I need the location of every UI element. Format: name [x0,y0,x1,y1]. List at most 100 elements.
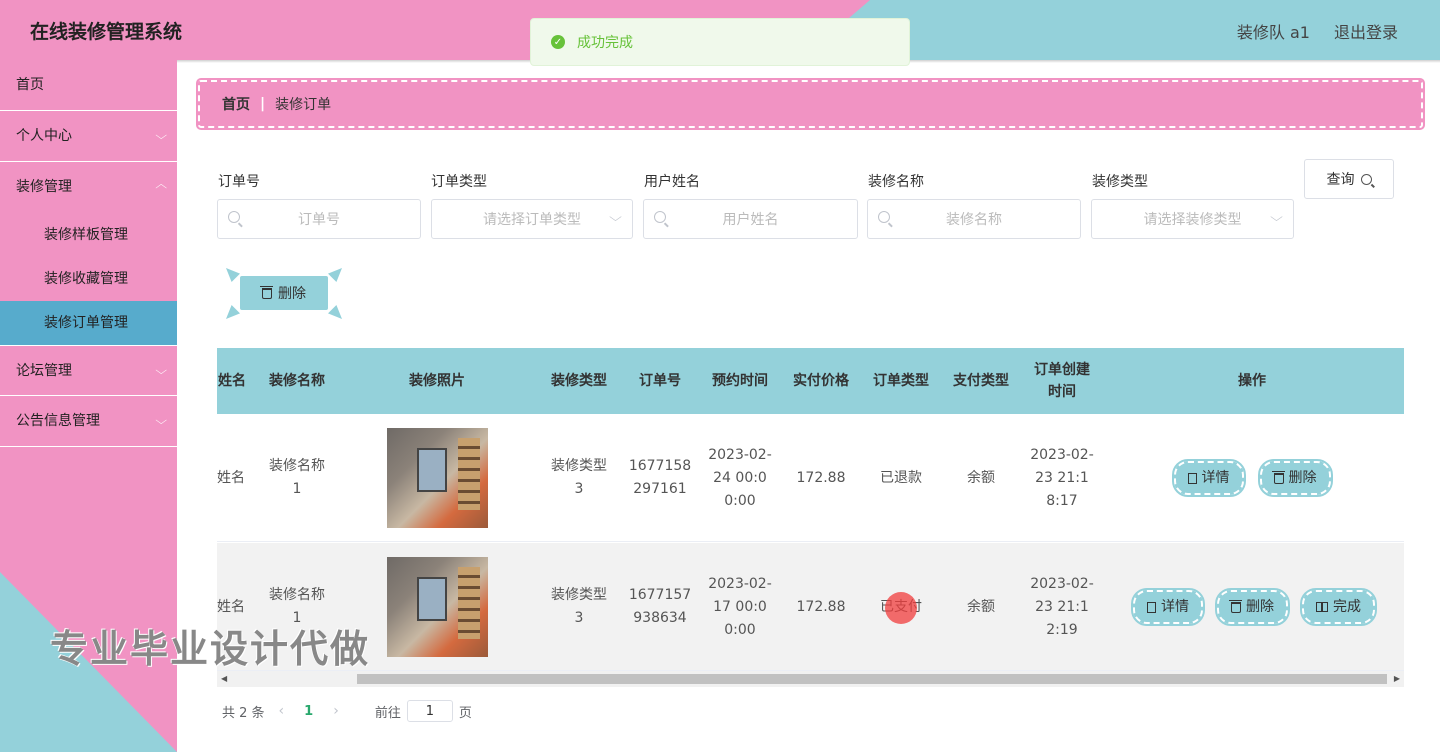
order-no-placeholder: 订单号 [298,212,340,228]
page-unit-label: 页 [458,705,472,721]
cell-created: 2023-02-23 21:12:19 [1029,543,1095,671]
delete-button-label: 删除 [1246,598,1274,615]
sidebar-item-label: 装修管理 [16,179,72,195]
scrollbar-thumb[interactable] [357,674,1387,684]
delete-button-label: 删除 [1288,469,1317,486]
app-title: 在线装修管理系统 [30,21,183,43]
cell-price-text: 172.88 [796,469,846,486]
renovation-photo[interactable] [386,428,488,528]
chevron-down-icon: ⌵ [154,129,167,142]
breadcrumb-current: 装修订单 [275,97,332,113]
trash-icon [260,285,273,299]
complete-button-label: 完成 [1333,598,1361,615]
detail-button-label: 详情 [1201,469,1230,486]
scroll-left-icon[interactable]: ◀ [221,674,227,683]
chevron-down-icon: ⌵ [609,210,622,224]
sidebar-item-home[interactable]: 首页 [0,60,177,111]
user-name-label: 用户姓名 [644,174,700,190]
reno-name-input[interactable]: 装修名称 [867,199,1081,239]
th-pay-type: 支付类型 [953,373,1009,389]
user-name-input[interactable]: 用户姓名 [643,199,858,239]
cell-reno-type-text: 装修类型 3 [551,458,607,497]
delete-button[interactable]: 删除 [1257,459,1333,497]
search-icon [1360,173,1372,185]
sidebar-item-notice-management[interactable]: 公告信息管理 ⌵ [0,396,177,447]
decor-corner [328,305,342,319]
page-number-current[interactable]: 1 [304,704,313,719]
cell-photo [377,543,497,671]
reno-type-select[interactable]: 请选择装修类型 ⌵ [1091,199,1294,239]
mouse-cursor-indicator [885,592,917,624]
book-icon [1316,602,1328,612]
bulk-delete-label: 删除 [278,286,306,302]
th-reno-name: 装修名称 [269,373,325,389]
cell-order-no: 1677157938634 [627,543,693,671]
breadcrumb: 首页 | 装修订单 [196,78,1425,130]
document-icon [1147,601,1156,613]
goto-page-input[interactable]: 1 [406,700,453,722]
sidebar-item-label: 装修收藏管理 [44,271,128,287]
th-reno-type: 装修类型 [551,373,607,389]
cell-price-text: 172.88 [796,598,846,615]
toast-message: 成功完成 [577,35,633,51]
cell-created: 2023-02-23 21:18:17 [1029,414,1095,542]
scroll-right-icon[interactable]: ▶ [1394,674,1400,683]
sidebar-item-template-management[interactable]: 装修样板管理 [0,213,177,257]
cell-appointment-text: 2023-02-24 00:00:00 [708,446,772,509]
logout-link[interactable]: 退出登录 [1334,19,1398,43]
detail-button[interactable]: 详情 [1171,459,1246,497]
cell-reno-name-text: 装修名称 1 [269,458,325,497]
cell-order-type: 已退款 [863,414,939,542]
order-no-input[interactable]: 订单号 [217,199,421,239]
search-icon [654,211,666,223]
search-icon [228,211,240,223]
cell-order-no: 1677158297161 [627,414,693,542]
cell-actions: 详情 删除 完成 [1123,543,1385,671]
decor-corner [328,268,342,282]
decor-corner [226,305,240,319]
cell-reno-type: 装修类型 3 [545,414,613,542]
cell-appointment-text: 2023-02-17 00:00:00 [708,575,772,638]
trash-icon [1229,599,1242,613]
reno-type-placeholder: 请选择装修类型 [1143,212,1242,228]
detail-button[interactable]: 详情 [1131,588,1205,626]
bulk-delete-button[interactable]: 删除 [240,276,328,310]
delete-button[interactable]: 删除 [1215,588,1290,626]
th-price: 实付价格 [793,373,849,389]
cell-pay-type-text: 余额 [967,469,995,486]
complete-button[interactable]: 完成 [1300,588,1377,626]
sidebar-item-label: 论坛管理 [16,363,72,379]
success-toast: ✓ 成功完成 [530,18,910,66]
order-type-placeholder: 请选择订单类型 [483,212,581,228]
renovation-photo[interactable] [386,557,488,657]
table-horizontal-scrollbar[interactable]: ◀ ▶ [217,671,1404,687]
sidebar-item-forum-management[interactable]: 论坛管理 ⌵ [0,345,177,396]
cell-name-text: 姓名 [217,598,245,615]
detail-button-label: 详情 [1161,598,1189,615]
table-row: 姓名 装修名称 1 装修类型 3 1677157938634 2023-02-1… [217,543,1404,671]
sidebar-item-favorite-management[interactable]: 装修收藏管理 [0,257,177,301]
cell-appointment: 2023-02-24 00:00:00 [707,414,773,542]
table-row: 姓名 装修名称 1 装修类型 3 1677158297161 2023-02-2… [217,414,1404,542]
document-icon [1187,472,1197,484]
th-name: 姓名 [218,373,246,389]
prev-page-icon[interactable]: ‹ [279,703,285,719]
sidebar-item-order-management[interactable]: 装修订单管理 [0,301,177,345]
sidebar-item-personal-center[interactable]: 个人中心 ⌵ [0,111,177,162]
cell-price: 172.88 [783,414,859,542]
orders-table: 姓名 装修名称 装修照片 装修类型 订单号 预约时间 实付价格 订单类型 支付类… [217,348,1404,688]
goto-label: 前往 [374,705,401,721]
th-actions: 操作 [1238,373,1266,389]
query-button[interactable]: 查询 [1304,159,1394,199]
cell-name: 姓名 [217,414,253,542]
sidebar-item-renovation-management[interactable]: 装修管理 ⌵ [0,162,177,213]
cell-appointment: 2023-02-17 00:00:00 [707,543,773,671]
sidebar-item-label: 公告信息管理 [16,413,100,429]
header-user-area: 装修队 a1 退出登录 [1237,19,1398,43]
order-type-select[interactable]: 请选择订单类型 ⌵ [431,199,633,239]
breadcrumb-home[interactable]: 首页 [222,94,250,114]
sidebar-item-label: 装修样板管理 [44,227,128,243]
th-appointment: 预约时间 [712,373,768,389]
sidebar-item-label: 首页 [16,77,44,93]
next-page-icon[interactable]: › [333,703,339,719]
